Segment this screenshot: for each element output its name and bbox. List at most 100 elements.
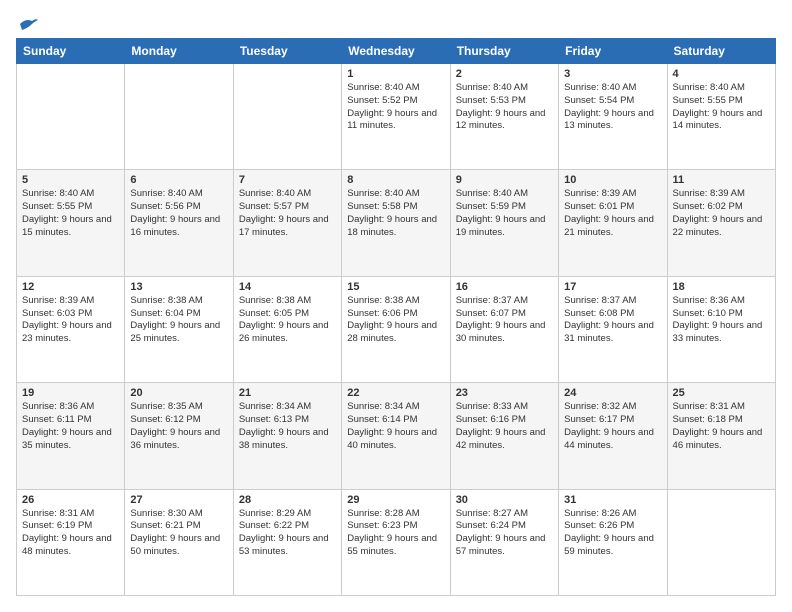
cell-info: Sunrise: 8:40 AM Sunset: 5:55 PM Dayligh… — [22, 188, 119, 239]
calendar-cell: 21Sunrise: 8:34 AM Sunset: 6:13 PM Dayli… — [233, 383, 341, 489]
cell-info: Sunrise: 8:34 AM Sunset: 6:14 PM Dayligh… — [347, 401, 444, 452]
calendar-cell: 18 Sunrise: 8:36 AM Sunset: 6:10 PM Dayli… — [667, 276, 775, 382]
day-number: 10 — [564, 174, 661, 186]
day-number: 17 — [564, 281, 661, 293]
calendar-cell: 27Sunrise: 8:30 AM Sunset: 6:21 PM Dayli… — [125, 489, 233, 595]
day-number: 24 — [564, 387, 661, 399]
day-number: 27 — [130, 494, 227, 506]
day-number: 19 — [22, 387, 119, 399]
calendar-cell: 11 Sunrise: 8:39 AM Sunset: 6:02 PM Dayli… — [667, 170, 775, 276]
calendar-cell: 22 Sunrise: 8:34 AM Sunset: 6:14 PM Dayli… — [342, 383, 450, 489]
day-number: 26 — [22, 494, 119, 506]
cell-info: Sunrise: 8:28 AM Sunset: 6:23 PM Dayligh… — [347, 508, 444, 559]
weekday-header-row: SundayMondayTuesdayWednesdayThursdayFrid… — [17, 39, 776, 64]
calendar-table: SundayMondayTuesdayWednesdayThursdayFrid… — [16, 38, 776, 596]
calendar-cell: 4 Sunrise: 8:40 AM Sunset: 5:55 PM Daylig… — [667, 64, 775, 170]
page: SundayMondayTuesdayWednesdayThursdayFrid… — [0, 0, 792, 612]
cell-info: Sunrise: 8:36 AM Sunset: 6:11 PM Dayligh… — [22, 401, 119, 452]
cell-info: Sunrise: 8:33 AM Sunset: 6:16 PM Dayligh… — [456, 401, 553, 452]
cell-info: Sunrise: 8:40 AM Sunset: 5:52 PM Dayligh… — [347, 82, 444, 133]
calendar-cell: 24 Sunrise: 8:32 AM Sunset: 6:17 PM Dayli… — [559, 383, 667, 489]
calendar-cell: 25 Sunrise: 8:31 AM Sunset: 6:18 PM Dayli… — [667, 383, 775, 489]
weekday-header-friday: Friday — [559, 39, 667, 64]
day-number: 18 — [673, 281, 770, 293]
cell-info: Sunrise: 8:38 AM Sunset: 6:04 PM Dayligh… — [130, 295, 227, 346]
cell-info: Sunrise: 8:39 AM Sunset: 6:02 PM Dayligh… — [673, 188, 770, 239]
cell-info: Sunrise: 8:27 AM Sunset: 6:24 PM Dayligh… — [456, 508, 553, 559]
cell-info: Sunrise: 8:40 AM Sunset: 5:56 PM Dayligh… — [130, 188, 227, 239]
day-number: 15 — [347, 281, 444, 293]
weekday-header-tuesday: Tuesday — [233, 39, 341, 64]
weekday-header-monday: Monday — [125, 39, 233, 64]
cell-info: Sunrise: 8:37 AM Sunset: 6:08 PM Dayligh… — [564, 295, 661, 346]
cell-info: Sunrise: 8:40 AM Sunset: 5:53 PM Dayligh… — [456, 82, 553, 133]
day-number: 31 — [564, 494, 661, 506]
day-number: 9 — [456, 174, 553, 186]
calendar-cell — [125, 64, 233, 170]
cell-info: Sunrise: 8:35 AM Sunset: 6:12 PM Dayligh… — [130, 401, 227, 452]
cell-info: Sunrise: 8:36 AM Sunset: 6:10 PM Dayligh… — [673, 295, 770, 346]
day-number: 23 — [456, 387, 553, 399]
day-number: 4 — [673, 68, 770, 80]
calendar-cell: 20 Sunrise: 8:35 AM Sunset: 6:12 PM Dayli… — [125, 383, 233, 489]
day-number: 7 — [239, 174, 336, 186]
weekday-header-saturday: Saturday — [667, 39, 775, 64]
day-number: 12 — [22, 281, 119, 293]
cell-info: Sunrise: 8:32 AM Sunset: 6:17 PM Dayligh… — [564, 401, 661, 452]
calendar-cell: 23 Sunrise: 8:33 AM Sunset: 6:16 PM Dayli… — [450, 383, 558, 489]
day-number: 25 — [673, 387, 770, 399]
cell-info: Sunrise: 8:40 AM Sunset: 5:57 PM Dayligh… — [239, 188, 336, 239]
calendar-cell: 10 Sunrise: 8:39 AM Sunset: 6:01 PM Dayli… — [559, 170, 667, 276]
day-number: 13 — [130, 281, 227, 293]
calendar-cell: 26 Sunrise: 8:31 AM Sunset: 6:19 PM Dayli… — [17, 489, 125, 595]
day-number: 21 — [239, 387, 336, 399]
weekday-header-thursday: Thursday — [450, 39, 558, 64]
calendar-cell — [667, 489, 775, 595]
calendar-cell: 5Sunrise: 8:40 AM Sunset: 5:55 PM Daylig… — [17, 170, 125, 276]
calendar-cell: 6 Sunrise: 8:40 AM Sunset: 5:56 PM Daylig… — [125, 170, 233, 276]
logo-text — [16, 16, 38, 32]
calendar-cell: 3 Sunrise: 8:40 AM Sunset: 5:54 PM Daylig… — [559, 64, 667, 170]
week-row-2: 5Sunrise: 8:40 AM Sunset: 5:55 PM Daylig… — [17, 170, 776, 276]
logo — [16, 16, 38, 28]
cell-info: Sunrise: 8:29 AM Sunset: 6:22 PM Dayligh… — [239, 508, 336, 559]
day-number: 6 — [130, 174, 227, 186]
day-number: 30 — [456, 494, 553, 506]
day-number: 8 — [347, 174, 444, 186]
calendar-cell: 1 Sunrise: 8:40 AM Sunset: 5:52 PM Daylig… — [342, 64, 450, 170]
day-number: 28 — [239, 494, 336, 506]
cell-info: Sunrise: 8:40 AM Sunset: 5:55 PM Dayligh… — [673, 82, 770, 133]
day-number: 1 — [347, 68, 444, 80]
day-number: 22 — [347, 387, 444, 399]
cell-info: Sunrise: 8:39 AM Sunset: 6:01 PM Dayligh… — [564, 188, 661, 239]
calendar-cell: 9 Sunrise: 8:40 AM Sunset: 5:59 PM Daylig… — [450, 170, 558, 276]
cell-info: Sunrise: 8:31 AM Sunset: 6:19 PM Dayligh… — [22, 508, 119, 559]
week-row-1: 1 Sunrise: 8:40 AM Sunset: 5:52 PM Daylig… — [17, 64, 776, 170]
day-number: 20 — [130, 387, 227, 399]
calendar-cell: 8Sunrise: 8:40 AM Sunset: 5:58 PM Daylig… — [342, 170, 450, 276]
calendar-cell: 7 Sunrise: 8:40 AM Sunset: 5:57 PM Daylig… — [233, 170, 341, 276]
cell-info: Sunrise: 8:26 AM Sunset: 6:26 PM Dayligh… — [564, 508, 661, 559]
week-row-3: 12Sunrise: 8:39 AM Sunset: 6:03 PM Dayli… — [17, 276, 776, 382]
logo-bird-icon — [18, 16, 38, 32]
day-number: 11 — [673, 174, 770, 186]
cell-info: Sunrise: 8:40 AM Sunset: 5:54 PM Dayligh… — [564, 82, 661, 133]
day-number: 29 — [347, 494, 444, 506]
cell-info: Sunrise: 8:31 AM Sunset: 6:18 PM Dayligh… — [673, 401, 770, 452]
calendar-cell: 16Sunrise: 8:37 AM Sunset: 6:07 PM Dayli… — [450, 276, 558, 382]
day-number: 2 — [456, 68, 553, 80]
day-number: 3 — [564, 68, 661, 80]
day-number: 14 — [239, 281, 336, 293]
weekday-header-wednesday: Wednesday — [342, 39, 450, 64]
cell-info: Sunrise: 8:38 AM Sunset: 6:05 PM Dayligh… — [239, 295, 336, 346]
calendar-cell: 15 Sunrise: 8:38 AM Sunset: 6:06 PM Dayli… — [342, 276, 450, 382]
cell-info: Sunrise: 8:40 AM Sunset: 5:59 PM Dayligh… — [456, 188, 553, 239]
cell-info: Sunrise: 8:38 AM Sunset: 6:06 PM Dayligh… — [347, 295, 444, 346]
calendar-cell — [233, 64, 341, 170]
calendar-cell: 17 Sunrise: 8:37 AM Sunset: 6:08 PM Dayli… — [559, 276, 667, 382]
calendar-cell: 12Sunrise: 8:39 AM Sunset: 6:03 PM Dayli… — [17, 276, 125, 382]
cell-info: Sunrise: 8:37 AM Sunset: 6:07 PM Dayligh… — [456, 295, 553, 346]
header — [16, 16, 776, 28]
calendar-cell: 13 Sunrise: 8:38 AM Sunset: 6:04 PM Dayli… — [125, 276, 233, 382]
week-row-5: 26 Sunrise: 8:31 AM Sunset: 6:19 PM Dayli… — [17, 489, 776, 595]
